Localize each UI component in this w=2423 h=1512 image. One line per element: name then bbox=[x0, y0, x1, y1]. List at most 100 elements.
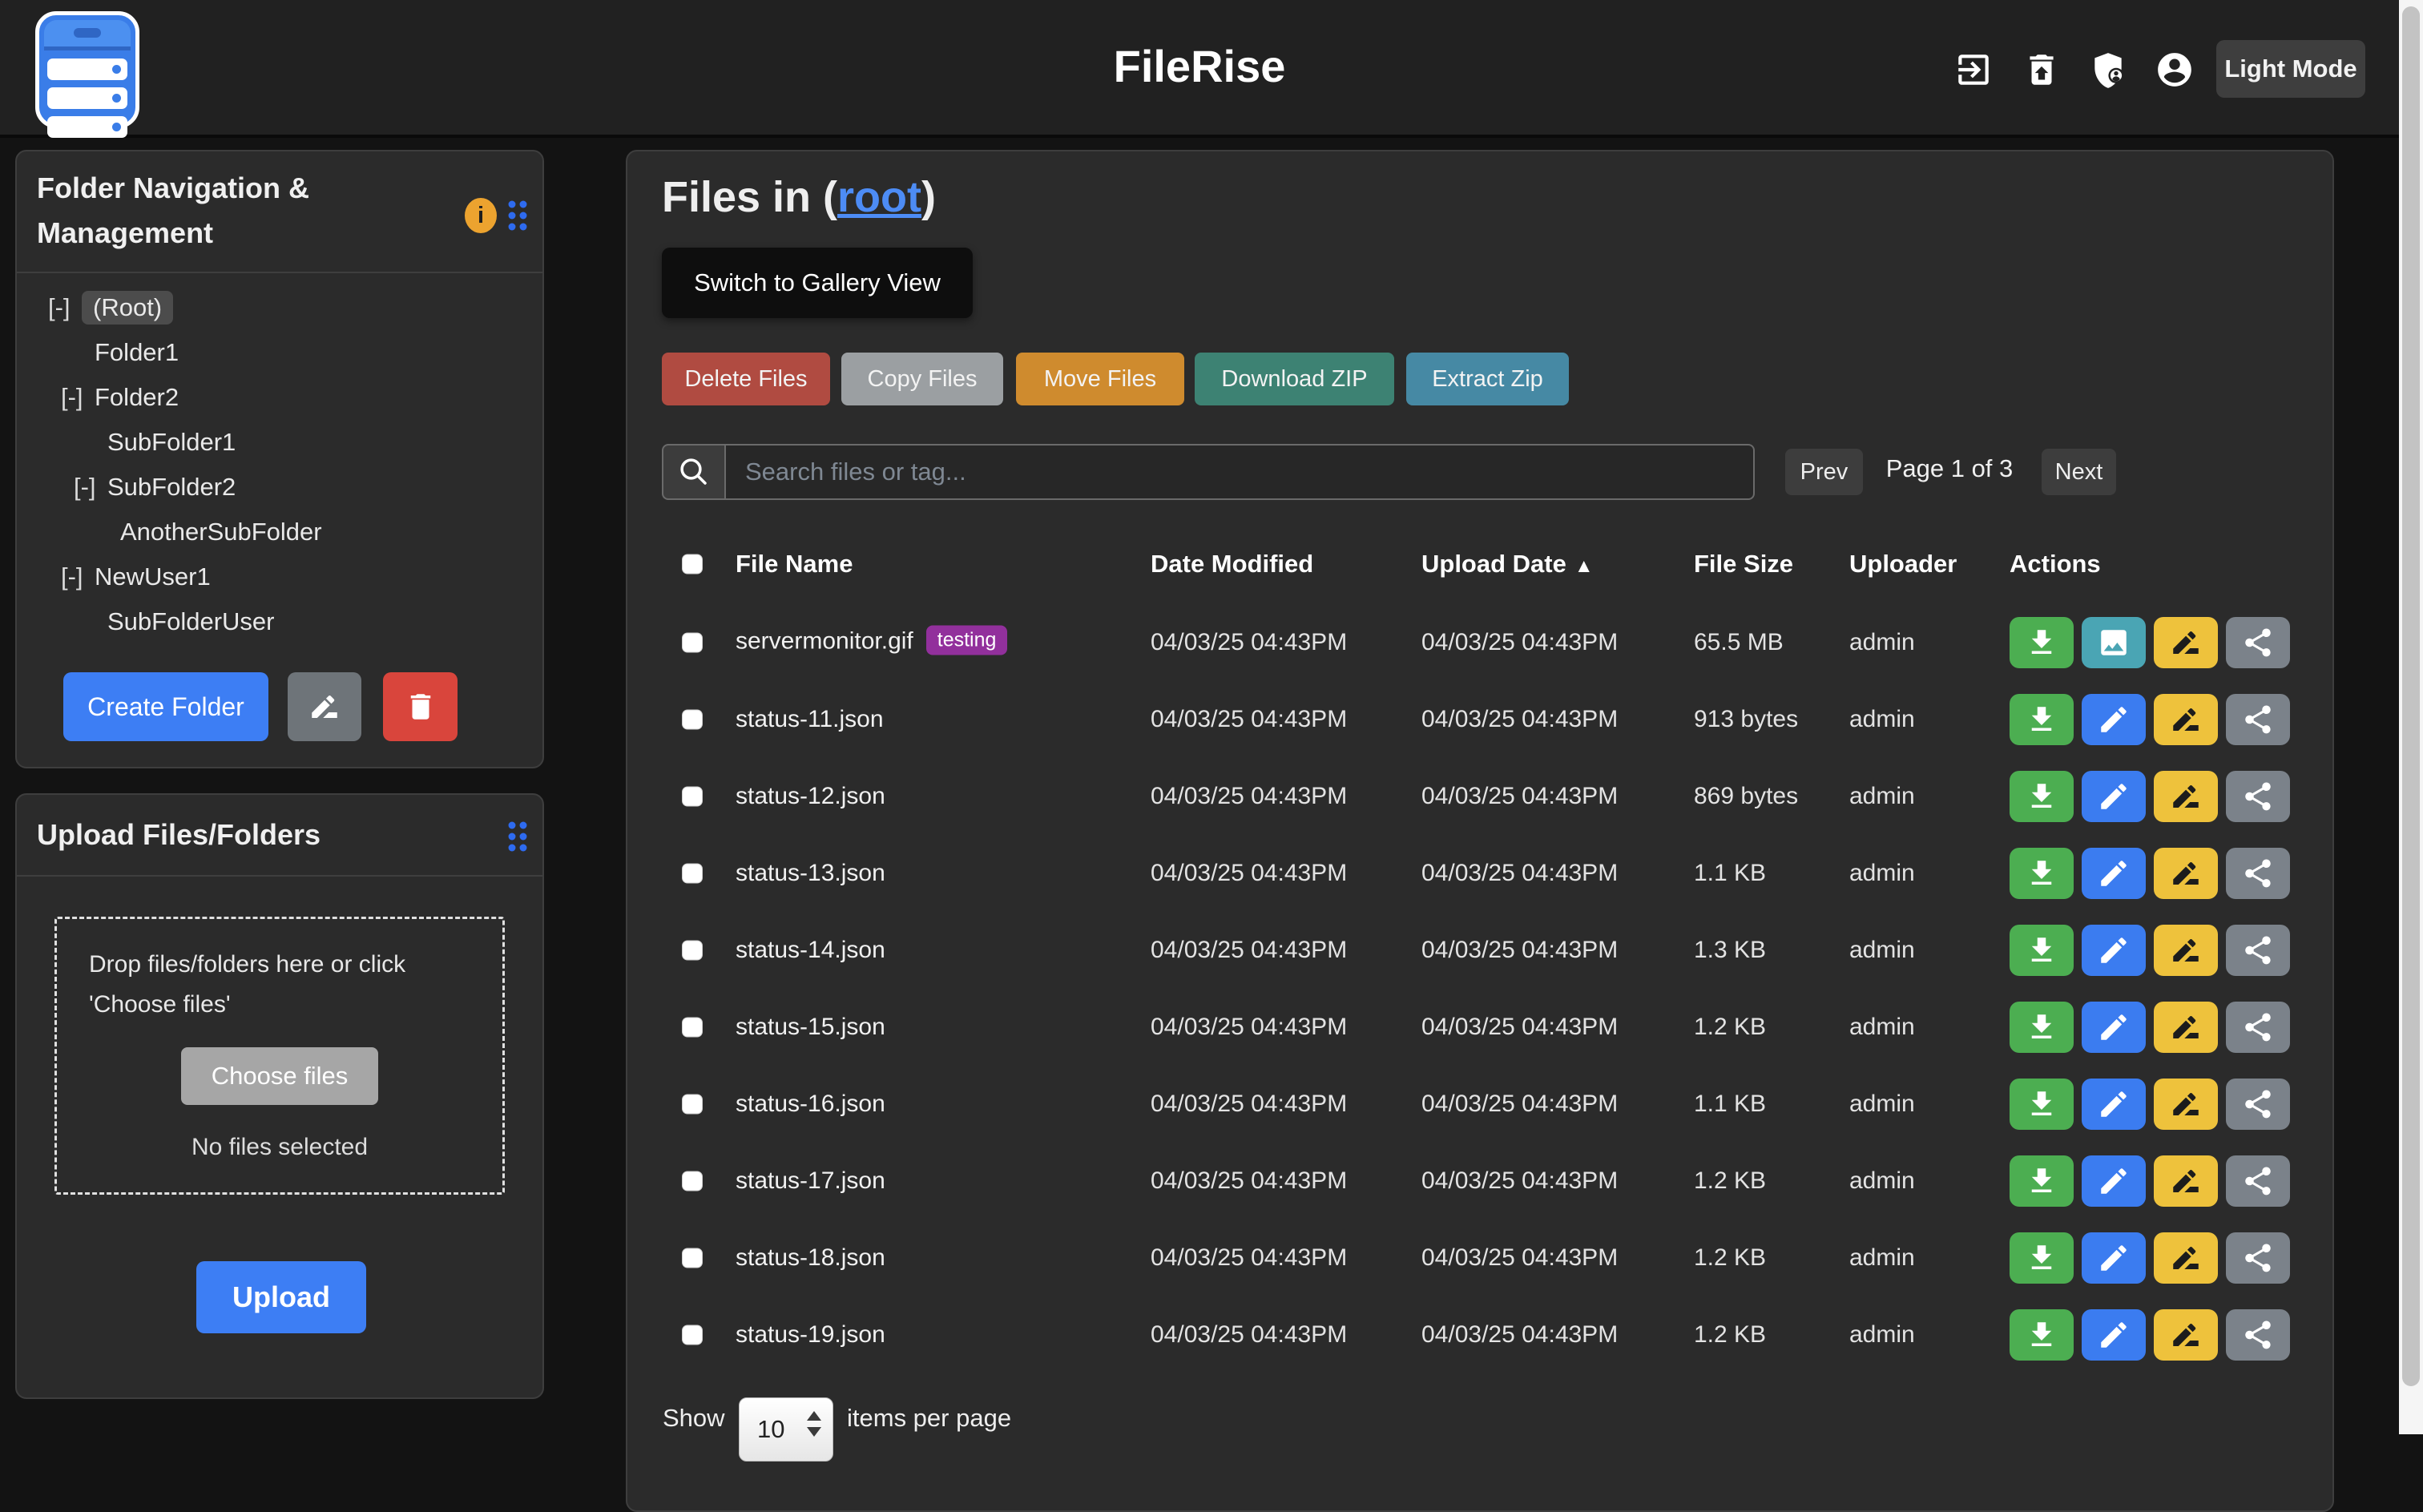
search-input[interactable] bbox=[724, 444, 1755, 500]
edit-button[interactable] bbox=[2082, 694, 2146, 745]
edit-button[interactable] bbox=[2082, 1079, 2146, 1130]
drag-handle-icon[interactable] bbox=[506, 819, 529, 854]
folder-label[interactable]: NewUser1 bbox=[95, 562, 211, 591]
download-button[interactable] bbox=[2010, 1309, 2074, 1361]
restore-trash-button[interactable] bbox=[2020, 48, 2063, 91]
row-checkbox[interactable] bbox=[682, 1248, 703, 1268]
row-checkbox[interactable] bbox=[682, 787, 703, 807]
root-folder-link[interactable]: root bbox=[837, 173, 921, 221]
edit-button[interactable] bbox=[2082, 771, 2146, 822]
file-name[interactable]: status-16.json bbox=[736, 1091, 885, 1118]
items-per-page-select[interactable]: 10 bbox=[739, 1397, 833, 1462]
delete-files-button[interactable]: Delete Files bbox=[662, 353, 830, 405]
share-button[interactable] bbox=[2226, 694, 2290, 745]
file-name[interactable]: status-11.json bbox=[736, 706, 884, 733]
row-checkbox[interactable] bbox=[682, 941, 703, 961]
col-upload-date[interactable]: Upload Date▲ bbox=[1421, 550, 1594, 579]
folder-tree-item[interactable]: Folder1 bbox=[48, 330, 513, 375]
file-name[interactable]: status-19.json bbox=[736, 1321, 885, 1349]
file-name[interactable]: status-18.json bbox=[736, 1244, 885, 1272]
delete-folder-button[interactable] bbox=[383, 672, 458, 741]
create-folder-button[interactable]: Create Folder bbox=[63, 672, 268, 741]
page-scrollbar-thumb[interactable] bbox=[2402, 6, 2420, 1386]
folder-label[interactable]: SubFolderUser bbox=[107, 607, 274, 636]
row-checkbox[interactable] bbox=[682, 1095, 703, 1115]
prev-page-button[interactable]: Prev bbox=[1785, 449, 1863, 495]
share-button[interactable] bbox=[2226, 1309, 2290, 1361]
move-files-button[interactable]: Move Files bbox=[1016, 353, 1184, 405]
light-mode-toggle[interactable]: Light Mode bbox=[2216, 40, 2365, 98]
edit-button[interactable] bbox=[2082, 1155, 2146, 1207]
file-name[interactable]: status-12.json bbox=[736, 783, 885, 810]
download-button[interactable] bbox=[2010, 617, 2074, 668]
download-button[interactable] bbox=[2010, 848, 2074, 899]
admin-panel-button[interactable] bbox=[2086, 48, 2130, 91]
row-checkbox[interactable] bbox=[682, 864, 703, 884]
edit-button[interactable] bbox=[2082, 848, 2146, 899]
rename-tag-button[interactable] bbox=[2154, 1155, 2218, 1207]
share-button[interactable] bbox=[2226, 1155, 2290, 1207]
tree-expander[interactable]: [-] bbox=[48, 293, 82, 322]
rename-tag-button[interactable] bbox=[2154, 1232, 2218, 1284]
download-button[interactable] bbox=[2010, 925, 2074, 976]
download-button[interactable] bbox=[2010, 1155, 2074, 1207]
folder-tree-item[interactable]: AnotherSubFolder bbox=[48, 510, 513, 554]
folder-tree-item[interactable]: [-]SubFolder2 bbox=[48, 465, 513, 510]
edit-button[interactable] bbox=[2082, 925, 2146, 976]
account-button[interactable] bbox=[2153, 48, 2196, 91]
col-date-modified[interactable]: Date Modified bbox=[1151, 550, 1313, 579]
copy-files-button[interactable]: Copy Files bbox=[841, 353, 1003, 405]
edit-button[interactable] bbox=[2082, 1309, 2146, 1361]
tree-expander[interactable]: [-] bbox=[74, 473, 107, 502]
tree-expander[interactable]: [-] bbox=[61, 562, 95, 591]
download-zip-button[interactable]: Download ZIP bbox=[1195, 353, 1394, 405]
info-icon[interactable]: i bbox=[465, 198, 497, 233]
page-scrollbar-track[interactable] bbox=[2399, 0, 2423, 1434]
rename-folder-button[interactable] bbox=[288, 672, 361, 741]
folder-label[interactable]: Folder2 bbox=[95, 383, 179, 412]
folder-tree-item[interactable]: [-]NewUser1 bbox=[48, 554, 513, 599]
col-uploader[interactable]: Uploader bbox=[1849, 550, 1957, 579]
folder-tree-item[interactable]: [-](Root) bbox=[48, 285, 513, 330]
download-button[interactable] bbox=[2010, 771, 2074, 822]
rename-tag-button[interactable] bbox=[2154, 694, 2218, 745]
file-dropzone[interactable]: Drop files/folders here or click 'Choose… bbox=[54, 917, 505, 1195]
next-page-button[interactable]: Next bbox=[2042, 449, 2116, 495]
folder-tree-item[interactable]: SubFolderUser bbox=[48, 599, 513, 644]
folder-tree-item[interactable]: [-]Folder2 bbox=[48, 375, 513, 420]
row-checkbox[interactable] bbox=[682, 710, 703, 730]
rename-tag-button[interactable] bbox=[2154, 925, 2218, 976]
col-file-name[interactable]: File Name bbox=[736, 550, 853, 579]
edit-button[interactable] bbox=[2082, 1232, 2146, 1284]
share-button[interactable] bbox=[2226, 848, 2290, 899]
row-checkbox[interactable] bbox=[682, 1325, 703, 1345]
row-checkbox[interactable] bbox=[682, 1018, 703, 1038]
file-name[interactable]: status-17.json bbox=[736, 1167, 885, 1195]
share-button[interactable] bbox=[2226, 925, 2290, 976]
download-button[interactable] bbox=[2010, 1002, 2074, 1053]
logout-button[interactable] bbox=[1952, 48, 1995, 91]
folder-label[interactable]: SubFolder2 bbox=[107, 473, 236, 502]
folder-label[interactable]: Folder1 bbox=[95, 338, 179, 367]
file-name[interactable]: status-15.json bbox=[736, 1014, 885, 1041]
choose-files-button[interactable]: Choose files bbox=[181, 1047, 378, 1105]
share-button[interactable] bbox=[2226, 1232, 2290, 1284]
drag-handle-icon[interactable] bbox=[506, 198, 529, 233]
rename-tag-button[interactable] bbox=[2154, 1309, 2218, 1361]
download-button[interactable] bbox=[2010, 694, 2074, 745]
edit-button[interactable] bbox=[2082, 1002, 2146, 1053]
rename-tag-button[interactable] bbox=[2154, 1002, 2218, 1053]
rename-tag-button[interactable] bbox=[2154, 1079, 2218, 1130]
file-name[interactable]: servermonitor.giftesting bbox=[736, 628, 1007, 658]
share-button[interactable] bbox=[2226, 771, 2290, 822]
extract-zip-button[interactable]: Extract Zip bbox=[1406, 353, 1569, 405]
switch-gallery-view-button[interactable]: Switch to Gallery View bbox=[662, 248, 973, 318]
folder-label[interactable]: SubFolder1 bbox=[107, 428, 236, 457]
tree-expander[interactable]: [-] bbox=[61, 383, 95, 412]
upload-button[interactable]: Upload bbox=[196, 1261, 366, 1333]
col-file-size[interactable]: File Size bbox=[1694, 550, 1793, 579]
select-all-checkbox[interactable] bbox=[682, 554, 703, 575]
share-button[interactable] bbox=[2226, 1079, 2290, 1130]
folder-label[interactable]: AnotherSubFolder bbox=[120, 518, 322, 546]
share-button[interactable] bbox=[2226, 1002, 2290, 1053]
